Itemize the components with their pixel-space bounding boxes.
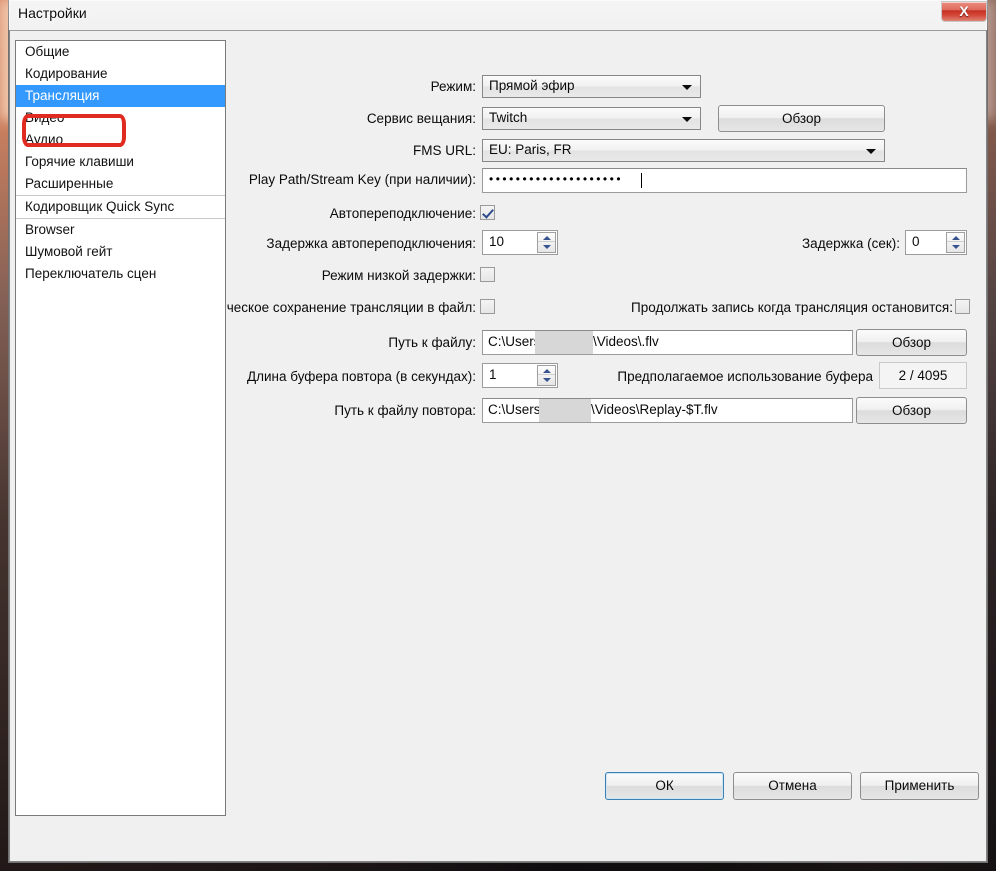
service-label: Сервис вещания: [366, 111, 476, 126]
replay-path-browse-label: Обзор [892, 402, 931, 418]
auto-save-stream-label: ческое сохранение трансляции в файл: [226, 300, 476, 315]
stepper-down-icon[interactable] [538, 241, 555, 252]
dialog-client-area: Общие Кодирование Трансляция Видео Аудио… [9, 30, 987, 862]
service-browse-button[interactable]: Обзор [718, 105, 885, 132]
replay-buffer-value: 1 [489, 367, 497, 382]
fms-url-value: EU: Paris, FR [489, 142, 572, 157]
window-title: Настройки [18, 5, 87, 21]
replay-buffer-label: Длина буфера повтора (в секундах): [246, 369, 476, 384]
service-value: Twitch [489, 110, 528, 125]
file-path-label: Путь к файлу: [388, 335, 476, 350]
auto-reconnect-label: Автопереподключение: [329, 206, 476, 221]
ok-button-label: ОК [655, 778, 674, 793]
reconnect-delay-stepper[interactable]: 10 [482, 230, 558, 255]
redaction-block [535, 331, 593, 354]
close-button[interactable]: X [941, 1, 987, 22]
delay-seconds-label: Задержка (сек): [802, 236, 900, 251]
replay-path-suffix: \Videos\Replay-$T.flv [591, 402, 718, 417]
file-path-input[interactable]: C:\Users \Videos\.flv [482, 330, 853, 355]
file-path-prefix: C:\Users [488, 334, 541, 349]
stream-key-label: Play Path/Stream Key (при наличии): [248, 172, 476, 187]
chevron-down-icon [682, 85, 692, 90]
replay-buffer-stepper[interactable]: 1 [482, 363, 558, 388]
keep-recording-label: Продолжать запись когда трансляция остан… [631, 300, 953, 315]
chevron-down-icon [866, 149, 876, 154]
cancel-button-label: Отмена [768, 778, 817, 793]
buffer-usage-label: Предполагаемое использование буфера [617, 369, 873, 384]
apply-button-label: Применить [884, 778, 955, 793]
delay-seconds-stepper[interactable]: 0 [905, 230, 967, 255]
low-latency-checkbox[interactable] [480, 267, 495, 282]
redaction-block [539, 399, 591, 422]
cancel-button[interactable]: Отмена [733, 772, 852, 800]
close-icon: X [959, 3, 969, 19]
reconnect-delay-spin-buttons[interactable] [537, 232, 556, 253]
auto-save-stream-checkbox[interactable] [480, 299, 495, 314]
file-path-browse-label: Обзор [892, 334, 931, 350]
keep-recording-checkbox[interactable] [955, 299, 970, 314]
replay-path-input[interactable]: C:\Users \Videos\Replay-$T.flv [482, 398, 853, 423]
replay-path-browse-button[interactable]: Обзор [856, 397, 967, 424]
file-path-browse-button[interactable]: Обзор [856, 329, 967, 356]
apply-button[interactable]: Применить [860, 772, 979, 800]
service-browse-label: Обзор [782, 110, 821, 126]
text-caret [641, 173, 642, 188]
broadcast-settings-form: Режим: Прямой эфир Сервис вещания: Twitc… [10, 31, 988, 863]
replay-buffer-spin-buttons[interactable] [537, 365, 556, 386]
file-path-suffix: \Videos\.flv [593, 334, 659, 349]
dialog-footer: ОК Отмена Применить [10, 772, 988, 861]
delay-seconds-spin-buttons[interactable] [946, 232, 965, 253]
fms-url-select[interactable]: EU: Paris, FR [482, 139, 885, 162]
window-titlebar[interactable]: Настройки X [8, 0, 988, 30]
replay-path-label: Путь к файлу повтора: [334, 403, 476, 418]
low-latency-label: Режим низкой задержки: [321, 268, 476, 283]
auto-reconnect-checkbox[interactable] [480, 205, 495, 220]
replay-path-prefix: C:\Users [488, 402, 541, 417]
mode-value: Прямой эфир [489, 78, 575, 93]
ok-button[interactable]: ОК [605, 772, 724, 800]
stepper-down-icon[interactable] [538, 374, 555, 385]
mode-label: Режим: [430, 79, 476, 94]
reconnect-delay-value: 10 [489, 234, 505, 249]
delay-seconds-value: 0 [912, 234, 920, 249]
service-select[interactable]: Twitch [482, 107, 701, 130]
stream-key-value: •••••••••••••••••••• [489, 172, 624, 186]
stepper-down-icon[interactable] [947, 241, 964, 252]
fms-url-label: FMS URL: [412, 143, 476, 158]
reconnect-delay-label: Задержка автопереподключения: [266, 236, 476, 251]
mode-select[interactable]: Прямой эфир [482, 75, 701, 98]
buffer-usage-text: 2 / 4095 [898, 367, 948, 383]
buffer-usage-value: 2 / 4095 [879, 362, 967, 389]
stream-key-input[interactable]: •••••••••••••••••••• [482, 168, 967, 193]
chevron-down-icon [682, 117, 692, 122]
